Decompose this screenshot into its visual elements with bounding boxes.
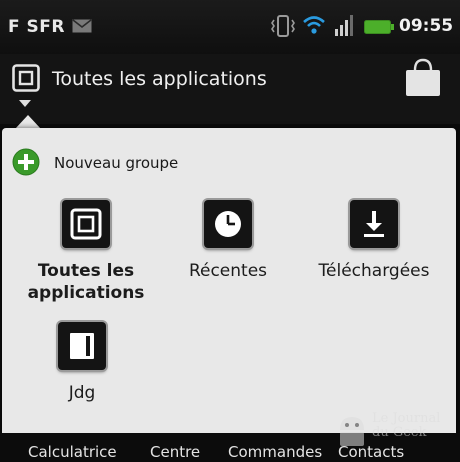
tile-label: Jdg bbox=[68, 383, 96, 403]
dock-item-calculatrice[interactable]: Calculatrice bbox=[28, 443, 117, 461]
dock-item-centre[interactable]: Centre bbox=[150, 443, 200, 461]
watermark-line: Le Journal bbox=[372, 411, 441, 426]
status-bar: F SFR 09:55 bbox=[0, 0, 460, 54]
download-icon bbox=[350, 200, 398, 248]
mail-icon bbox=[72, 19, 92, 33]
group-tile-jdg[interactable]: Jdg bbox=[12, 322, 152, 404]
watermark-logo: Le Journal du Geek bbox=[336, 408, 460, 458]
clock-icon bbox=[204, 200, 252, 248]
carrier-name: F SFR bbox=[8, 17, 65, 37]
signal-icon bbox=[335, 15, 353, 36]
group-tile-all-apps[interactable]: Toutes les applications bbox=[16, 200, 156, 304]
new-group-label: Nouveau groupe bbox=[54, 154, 179, 172]
panel-pointer bbox=[15, 115, 41, 129]
status-clock: 09:55 bbox=[399, 16, 454, 36]
vibrate-icon bbox=[271, 15, 295, 37]
plus-icon bbox=[12, 148, 40, 176]
all-apps-icon[interactable] bbox=[12, 64, 40, 92]
new-group-button[interactable]: Nouveau groupe bbox=[12, 148, 312, 178]
group-tile-recent[interactable]: Récentes bbox=[158, 200, 298, 282]
tile-label-line: applications bbox=[27, 283, 145, 303]
all-apps-icon bbox=[62, 200, 110, 248]
dropdown-arrow-icon[interactable] bbox=[19, 100, 31, 107]
dock-item-commandes[interactable]: Commandes bbox=[228, 443, 322, 461]
wifi-icon bbox=[303, 16, 325, 34]
market-bag-icon[interactable] bbox=[404, 58, 442, 98]
robot-logo-icon bbox=[340, 417, 364, 446]
watermark-text: Le Journal du Geek bbox=[372, 412, 440, 440]
app-drawer-header[interactable]: Toutes les applications bbox=[0, 54, 460, 124]
tile-label: Récentes bbox=[188, 261, 268, 281]
group-tile-downloaded[interactable]: Téléchargées bbox=[304, 200, 444, 282]
watermark-line: du Geek bbox=[372, 425, 427, 440]
group-selector-popup: Nouveau groupe Toutes les applications R… bbox=[2, 128, 456, 433]
battery-icon bbox=[364, 20, 394, 34]
page-title[interactable]: Toutes les applications bbox=[52, 68, 267, 90]
tile-label-line: Toutes les bbox=[37, 261, 135, 281]
tile-label: Toutes les applications bbox=[16, 260, 156, 304]
tile-label: Téléchargées bbox=[318, 261, 430, 281]
folder-icon bbox=[58, 322, 106, 370]
